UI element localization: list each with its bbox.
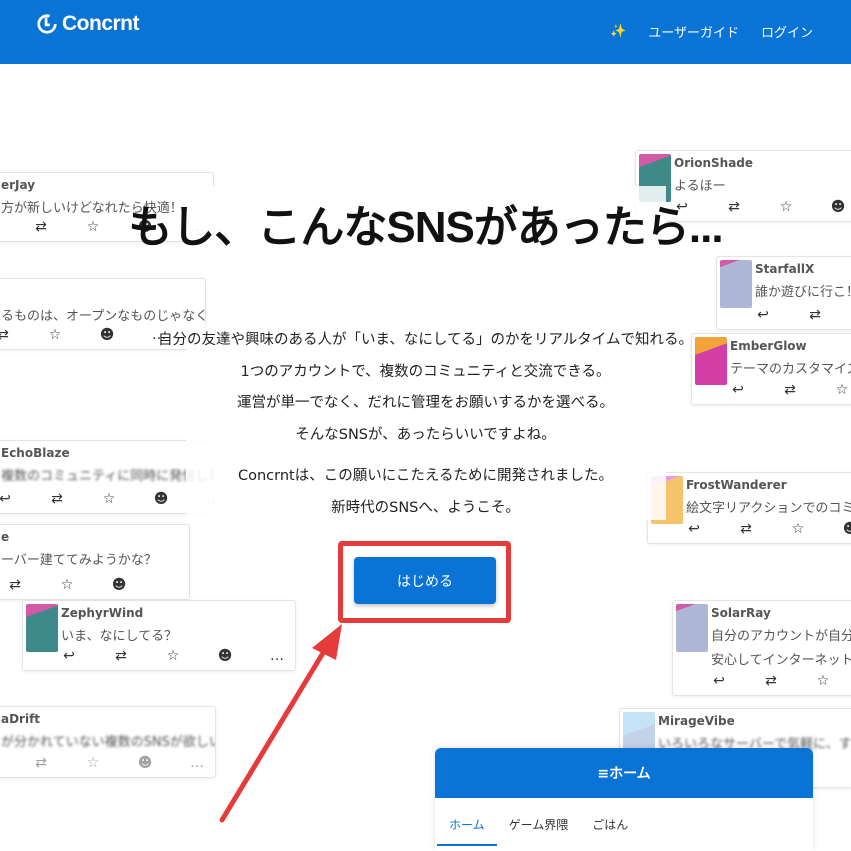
post-text: が分かれていない複数のSNSが欲しい — [1, 735, 216, 750]
fav-icon[interactable]: ☆ — [67, 755, 119, 771]
brand-name: Concrnt — [62, 12, 140, 35]
post-author: MirageVibe — [658, 714, 735, 728]
post-card: e ーバー建ててみようかな？ ⇄ ☆ ☻ — [0, 524, 190, 600]
hero-line: 1つのアカウントで、複数のコミュニティと交流できる。 — [240, 363, 611, 380]
post-actions: ↩ ⇄ — [737, 307, 841, 323]
repost-icon[interactable]: ⇄ — [0, 577, 41, 593]
concrnt-logo-icon — [37, 14, 57, 34]
post-card: ZephyrWind いま、なにしてる？ ↩ ⇄ ☆ ☻ … — [22, 600, 296, 671]
post-author: StarfallX — [755, 262, 815, 276]
react-icon[interactable]: ☻ — [199, 648, 251, 664]
react-icon[interactable]: ☻ — [119, 755, 171, 771]
more-icon[interactable]: … — [251, 648, 295, 664]
react-icon[interactable]: ☻ — [93, 577, 145, 593]
hero-title: もし、こんなSNSがあったら... — [128, 203, 723, 252]
more-icon[interactable]: … — [171, 755, 215, 771]
hero-welcome: Concrntは、この願いにこたえるために開発されました。 新時代のSNSへ、よ… — [0, 461, 851, 524]
post-card: SolarRay 自分のアカウントが自分の手の中に 安心してインターネットアイデ… — [672, 600, 851, 696]
post-author: erJay — [1, 178, 36, 192]
header-nav: ✨ ユーザーガイド ログイン — [610, 22, 813, 41]
tab-food[interactable]: ごはん — [592, 798, 628, 851]
hero-line: そんなSNSが、あったらいいですよね。 — [295, 426, 556, 443]
post-author: SolarRay — [711, 606, 771, 620]
post-card: aDrift が分かれていない複数のSNSが欲しい ⇄ ☆ ☻ … — [0, 706, 216, 778]
post-text: 誰か遊びに行こ！ — [755, 285, 851, 300]
home-panel: ≡ホーム ホーム ゲーム界隈 ごはん — [435, 748, 813, 851]
post-author: OrionShade — [674, 156, 754, 170]
avatar[interactable] — [676, 604, 708, 652]
post-author: e — [1, 530, 10, 544]
fav-icon[interactable]: ☆ — [797, 673, 849, 689]
hero-line: Concrntは、この願いにこたえるために開発されました。 — [237, 468, 613, 484]
avatar[interactable] — [720, 260, 752, 308]
post-actions: ↩ ⇄ ☆ ☻ … — [43, 648, 295, 664]
top-app-bar: Concrnt ✨ ユーザーガイド ログイン — [0, 0, 851, 64]
hero-line: 運営が単一でなく、だれに管理をお願いするかを選べる。 — [237, 395, 614, 411]
repost-icon[interactable]: ⇄ — [95, 648, 147, 664]
post-text: ーバー建ててみようかな？ — [1, 553, 157, 568]
avatar[interactable] — [26, 604, 58, 652]
fav-icon[interactable]: ☆ — [147, 648, 199, 664]
user-guide-link[interactable]: ユーザーガイド — [648, 22, 739, 41]
hero-line: 自分の友達や興味のある人が「いま、なにしてる」のかをリアルタイムで知れる。 — [157, 332, 694, 348]
post-text: るものは、オープンなものじゃなくっちゃね — [1, 309, 205, 324]
repost-icon[interactable]: ⇄ — [15, 755, 67, 771]
sparkle-icon[interactable]: ✨ — [610, 24, 626, 39]
start-button[interactable]: はじめる — [354, 557, 496, 604]
brand-logo[interactable]: Concrnt — [36, 12, 140, 36]
hero-description: 自分の友達や興味のある人が「いま、なにしてる」のかをリアルタイムで知れる。 1つ… — [0, 325, 851, 451]
home-panel-title: ≡ホーム — [597, 766, 651, 782]
home-panel-header[interactable]: ≡ホーム — [435, 748, 813, 798]
repost-icon[interactable]: ⇄ — [789, 307, 841, 323]
home-tabs: ホーム ゲーム界隈 ごはん — [435, 798, 813, 851]
post-text: 自分のアカウントが自分の手の中に — [711, 629, 851, 644]
post-text: いま、なにしてる？ — [61, 629, 178, 644]
post-actions: ↩ ⇄ ☆ — [693, 673, 849, 689]
reply-icon[interactable]: ↩ — [737, 307, 789, 323]
post-author: ZephyrWind — [61, 606, 144, 620]
post-actions: ⇄ ☆ ☻ — [0, 577, 145, 593]
post-author: aDrift — [1, 712, 41, 726]
reply-icon[interactable]: ↩ — [693, 673, 745, 689]
repost-icon[interactable]: ⇄ — [745, 673, 797, 689]
post-card: StarfallX 誰か遊びに行こ！ ↩ ⇄ — [716, 256, 851, 330]
tab-game[interactable]: ゲーム界隈 — [509, 798, 569, 851]
tab-home[interactable]: ホーム — [437, 798, 497, 851]
fav-icon[interactable]: ☆ — [41, 577, 93, 593]
login-link[interactable]: ログイン — [761, 22, 813, 41]
reply-icon[interactable]: ↩ — [43, 648, 95, 664]
post-text-line2: 安心してインターネットアイデンティティ — [711, 653, 851, 668]
post-actions: ⇄ ☆ ☻ … — [15, 755, 215, 771]
hero-line: 新時代のSNSへ、ようこそ。 — [331, 499, 520, 516]
